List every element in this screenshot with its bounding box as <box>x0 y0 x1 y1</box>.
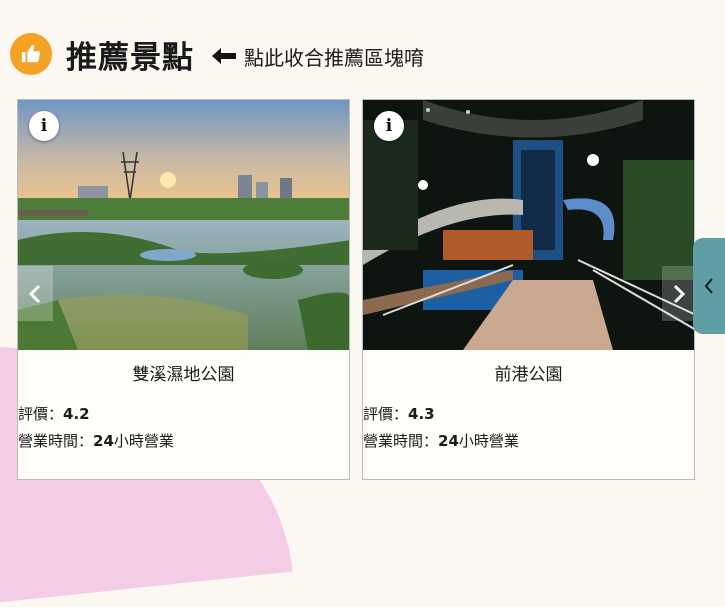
opening-hours: 營業時間：24小時營業 <box>363 430 519 451</box>
rating: 評價：4.2 <box>18 403 90 424</box>
arrow-left-icon <box>212 48 236 64</box>
collapse-hint[interactable]: 點此收合推薦區塊唷 <box>212 42 424 71</box>
rating-label: 評價： <box>18 405 64 423</box>
spot-name: 雙溪濕地公園 <box>132 365 235 385</box>
info-button[interactable]: i <box>29 111 59 141</box>
page-title: 推薦景點 <box>66 39 194 76</box>
carousel-next-button[interactable] <box>662 266 696 321</box>
rating-value: 4.3 <box>408 405 435 423</box>
carousel-prev-button[interactable] <box>17 266 53 321</box>
hours-unit: 小時營業 <box>458 432 519 450</box>
side-panel-toggle[interactable] <box>693 238 725 334</box>
spot-photo[interactable] <box>363 100 694 350</box>
info-button[interactable]: i <box>374 111 404 141</box>
rating: 評價：4.3 <box>363 403 435 424</box>
chevron-left-icon <box>704 278 713 294</box>
hours-number: 24 <box>438 432 459 450</box>
thumbs-up-icon <box>10 33 52 75</box>
rating-value: 4.2 <box>63 405 90 423</box>
chevron-right-icon <box>673 284 686 303</box>
spot-card[interactable]: i 前港公園 評價：4.3 營業時間：24小時營業 <box>362 99 695 480</box>
rating-label: 評價： <box>363 405 409 423</box>
spot-photo[interactable] <box>18 100 349 350</box>
hours-number: 24 <box>93 432 114 450</box>
spot-card[interactable]: i 雙溪濕地公園 評價：4.2 營業時間：24小時營業 <box>17 99 350 480</box>
spot-name: 前港公園 <box>494 365 563 385</box>
collapse-hint-text: 點此收合推薦區塊唷 <box>244 45 424 70</box>
hours-unit: 小時營業 <box>113 432 174 450</box>
chevron-left-icon <box>28 284 41 303</box>
section-header: 推薦景點 點此收合推薦區塊唷 <box>10 30 424 78</box>
hours-label: 營業時間： <box>363 432 439 450</box>
opening-hours: 營業時間：24小時營業 <box>18 430 174 451</box>
hours-label: 營業時間： <box>18 432 94 450</box>
